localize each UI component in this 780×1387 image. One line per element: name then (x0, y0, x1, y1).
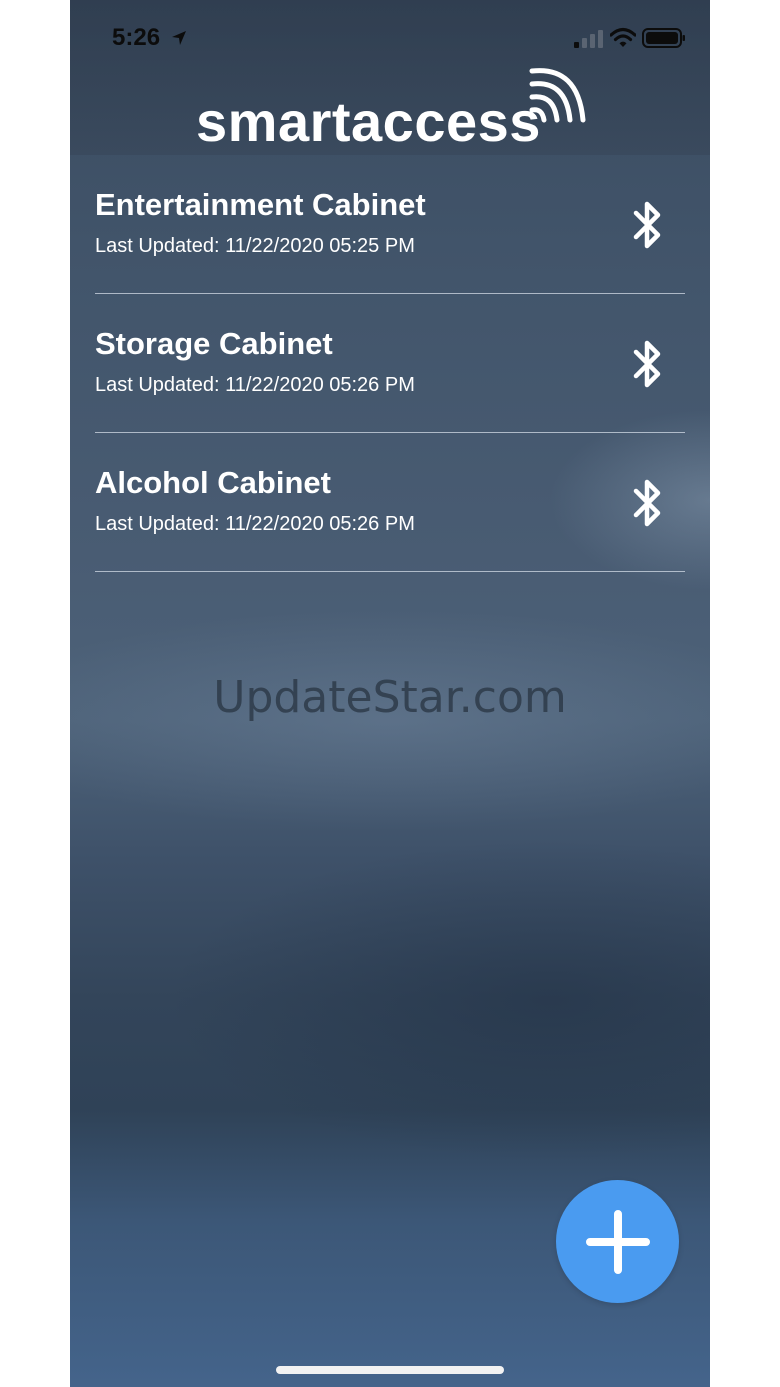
cabinet-list-item[interactable]: Entertainment Cabinet Last Updated: 11/2… (95, 155, 685, 294)
wireless-waves-icon (529, 68, 586, 123)
bluetooth-icon[interactable] (629, 199, 665, 251)
add-cabinet-button[interactable] (556, 1180, 679, 1303)
app-logo: smartaccess (196, 68, 586, 153)
app-screen: 5:26 smartaccess Entertainment Cabinet L… (70, 0, 710, 1387)
cabinet-last-updated: Last Updated: 11/22/2020 05:26 PM (95, 513, 415, 535)
bluetooth-icon[interactable] (629, 477, 665, 529)
logo-text: smartaccess (196, 90, 541, 153)
cabinet-list-item[interactable]: Storage Cabinet Last Updated: 11/22/2020… (95, 294, 685, 433)
location-arrow-icon (172, 31, 186, 45)
cabinet-name: Storage Cabinet (95, 326, 333, 361)
home-indicator[interactable] (276, 1366, 504, 1374)
bluetooth-icon[interactable] (629, 338, 665, 390)
battery-icon (642, 28, 685, 48)
wifi-icon (610, 27, 636, 47)
cabinet-last-updated: Last Updated: 11/22/2020 05:25 PM (95, 235, 415, 257)
cellular-signal-icon (574, 30, 603, 48)
status-time: 5:26 (112, 24, 161, 51)
plus-icon (585, 1209, 650, 1274)
cabinet-name: Alcohol Cabinet (95, 465, 331, 500)
cabinet-list: Entertainment Cabinet Last Updated: 11/2… (95, 155, 685, 572)
cabinet-name: Entertainment Cabinet (95, 187, 426, 222)
cabinet-last-updated: Last Updated: 11/22/2020 05:26 PM (95, 374, 415, 396)
cabinet-list-item[interactable]: Alcohol Cabinet Last Updated: 11/22/2020… (95, 433, 685, 572)
watermark-text: UpdateStar.com (213, 672, 567, 723)
